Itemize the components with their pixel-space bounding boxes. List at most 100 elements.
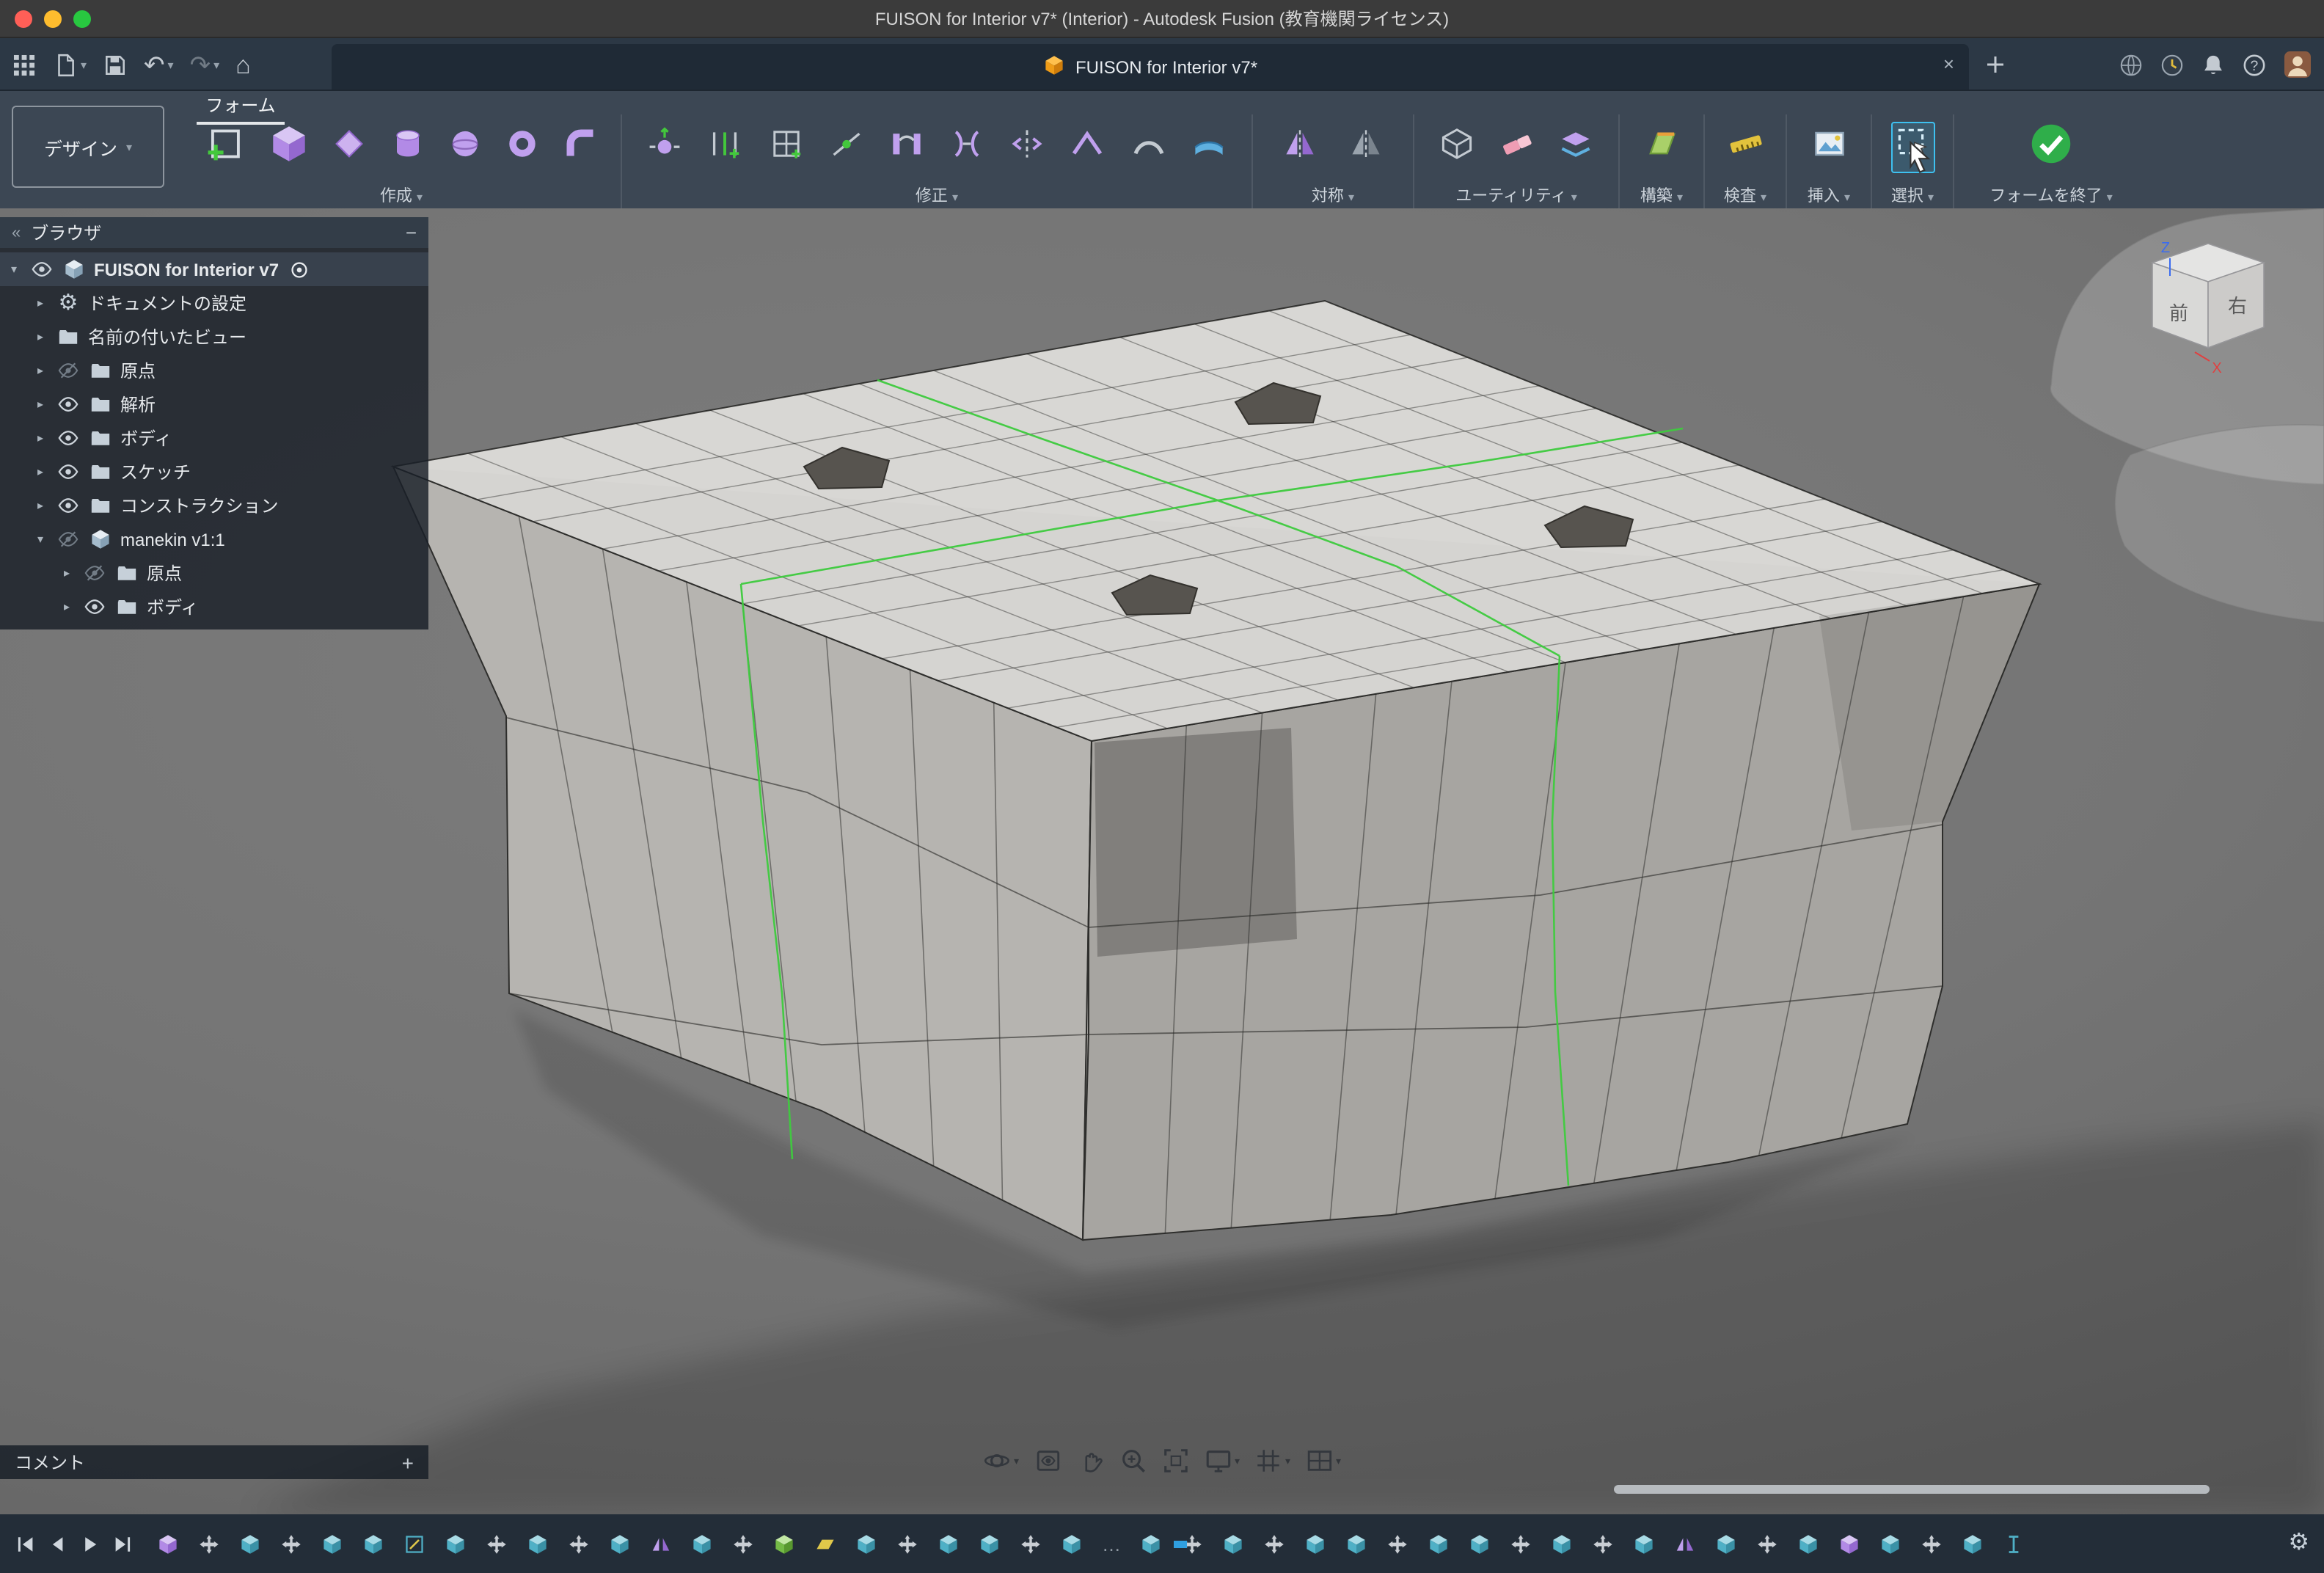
timeline-feature-sketch-icon[interactable]	[403, 1533, 425, 1555]
eye-icon[interactable]	[56, 494, 81, 517]
comments-bar[interactable]: コメント +	[0, 1445, 428, 1479]
timeline-feature-box-icon[interactable]	[1715, 1533, 1737, 1555]
help-icon[interactable]: ?	[2242, 52, 2267, 77]
browser-item-7[interactable]: ▸コンストラクション	[0, 489, 428, 522]
timeline-feature-move-icon[interactable]	[1386, 1533, 1408, 1555]
timeline-feature-box-icon[interactable]	[855, 1533, 877, 1555]
timeline-feature-box-icon[interactable]	[445, 1533, 467, 1555]
chevron-right-icon[interactable]: ▸	[32, 499, 48, 512]
minimize-window-button[interactable]	[44, 10, 62, 28]
job-status-icon[interactable]	[2160, 52, 2185, 77]
timeline-feature-box-icon[interactable]	[527, 1533, 549, 1555]
add-comment-icon[interactable]: +	[402, 1450, 414, 1474]
redo-icon[interactable]: ↷▾	[190, 52, 220, 77]
insert-canvas-tool-icon[interactable]	[1811, 125, 1846, 168]
timeline-feature-dots-icon[interactable]: …	[1102, 1534, 1121, 1553]
chevron-right-icon[interactable]: ▸	[32, 398, 48, 411]
timeline-feature-box-icon[interactable]	[1551, 1533, 1573, 1555]
insert-point-tool-icon[interactable]	[828, 125, 863, 168]
undo-icon[interactable]: ↶▾	[144, 52, 174, 77]
timeline-feature-box-icon[interactable]	[1879, 1533, 1901, 1555]
timeline-feature-move-icon[interactable]	[486, 1533, 508, 1555]
box-tool-icon[interactable]	[268, 123, 310, 171]
timeline-feature-box-icon[interactable]	[1140, 1533, 1162, 1555]
chevron-right-icon[interactable]: ▸	[59, 600, 75, 613]
timeline-feature-box-icon[interactable]	[1428, 1533, 1450, 1555]
timeline-feature-endmarker-icon[interactable]	[2003, 1533, 2025, 1555]
bridge-tool-icon[interactable]	[889, 125, 924, 168]
go-to-end-button[interactable]	[112, 1533, 134, 1555]
timeline-feature-box-icon[interactable]	[1962, 1533, 1984, 1555]
clear-symmetry-tool-icon[interactable]	[1348, 125, 1383, 168]
browser-item-4[interactable]: ▸解析	[0, 387, 428, 421]
timeline-feature-move-icon[interactable]	[1921, 1533, 1943, 1555]
timeline-feature-box-icon[interactable]	[1345, 1533, 1367, 1555]
display-settings-icon[interactable]: ▾	[1204, 1447, 1240, 1475]
close-window-button[interactable]	[15, 10, 32, 28]
browser-item-5[interactable]: ▸ボディ	[0, 421, 428, 455]
browser-item-6[interactable]: ▸スケッチ	[0, 455, 428, 489]
timeline-feature-move-icon[interactable]	[732, 1533, 754, 1555]
timeline-feature-move-icon[interactable]	[1263, 1533, 1285, 1555]
eye-icon[interactable]	[82, 596, 107, 618]
chevron-down-icon[interactable]: ▾	[32, 533, 48, 546]
fit-icon[interactable]	[1161, 1447, 1189, 1475]
timeline-feature-mirror-icon[interactable]	[1674, 1533, 1696, 1555]
edit-form-tool-icon[interactable]	[647, 125, 682, 168]
zoom-window-button[interactable]	[73, 10, 91, 28]
viewports-icon[interactable]: ▾	[1305, 1447, 1341, 1475]
browser-item-2[interactable]: ▸名前の付いたビュー	[0, 320, 428, 354]
step-back-button[interactable]	[47, 1533, 69, 1555]
file-icon[interactable]: ▾	[53, 52, 87, 77]
timeline-feature-box-icon[interactable]	[1633, 1533, 1655, 1555]
browser-header[interactable]: « ブラウザ −	[0, 217, 428, 248]
display-mode-tool-icon[interactable]	[1439, 125, 1475, 168]
minimize-panel-icon[interactable]: −	[406, 222, 417, 244]
chevron-right-icon[interactable]: ▸	[32, 330, 48, 343]
new-tab-plus-icon[interactable]	[1984, 53, 2007, 76]
timeline-feature-move-icon[interactable]	[1510, 1533, 1532, 1555]
timeline-feature-move-icon[interactable]	[1756, 1533, 1778, 1555]
ribbon-group-label[interactable]: 検査 ▾	[1705, 183, 1786, 207]
avatar-icon[interactable]	[2283, 50, 2312, 79]
ribbon-group-label[interactable]: 構築 ▾	[1620, 183, 1703, 207]
grid-display-icon[interactable]: ▾	[1254, 1447, 1290, 1475]
timeline-feature-form-icon[interactable]	[157, 1533, 179, 1555]
timeline-feature-move-icon[interactable]	[1592, 1533, 1614, 1555]
app-launcher-icon[interactable]	[12, 52, 37, 77]
play-button[interactable]	[79, 1533, 101, 1555]
mirror-internal-tool-icon[interactable]	[1283, 125, 1318, 168]
timeline-feature-box-icon[interactable]	[239, 1533, 261, 1555]
uncrease-tool-icon[interactable]	[1130, 125, 1166, 168]
timeline-settings-icon[interactable]: ⚙	[2288, 1532, 2309, 1555]
pan-icon[interactable]	[1076, 1447, 1104, 1475]
workspace-selector[interactable]: デザイン ▾	[12, 106, 164, 188]
eye-icon[interactable]	[56, 461, 81, 483]
timeline-feature-box-icon[interactable]	[321, 1533, 343, 1555]
face-tool-icon[interactable]	[205, 123, 246, 171]
browser-item-10[interactable]: ▸ボディ	[0, 590, 428, 624]
insert-edge-tool-icon[interactable]	[708, 125, 743, 168]
look-at-icon[interactable]	[1034, 1447, 1061, 1475]
crease-tool-icon[interactable]	[1070, 125, 1106, 168]
document-tab[interactable]: FUISON for Interior v7*	[332, 44, 1969, 90]
timeline-feature-box-icon[interactable]	[1061, 1533, 1083, 1555]
ribbon-group-label[interactable]: 修正 ▾	[622, 183, 1251, 207]
close-tab-icon[interactable]: ×	[1943, 38, 1954, 91]
finish-form-icon[interactable]	[2029, 121, 2073, 172]
timeline-feature-box-icon[interactable]	[979, 1533, 1001, 1555]
browser-item-3[interactable]: ▸原点	[0, 354, 428, 387]
collapse-panel-icon[interactable]: «	[12, 224, 21, 241]
torus-tool-icon[interactable]	[505, 125, 541, 168]
timeline-feature-move-icon[interactable]	[896, 1533, 918, 1555]
subdivide-tool-icon[interactable]	[768, 125, 803, 168]
chevron-down-icon[interactable]: ▾	[6, 263, 22, 276]
ribbon-group-label[interactable]: 対称 ▾	[1253, 183, 1413, 207]
timeline-feature-box-icon[interactable]	[691, 1533, 713, 1555]
pipe-tool-icon[interactable]	[563, 125, 598, 168]
browser-item-8[interactable]: ▾manekin v1:1	[0, 522, 428, 556]
globe-icon[interactable]	[2119, 52, 2144, 77]
home-icon[interactable]: ⌂	[235, 52, 251, 77]
cylinder-tool-icon[interactable]	[390, 125, 425, 168]
unweld-tool-icon[interactable]	[1009, 125, 1045, 168]
